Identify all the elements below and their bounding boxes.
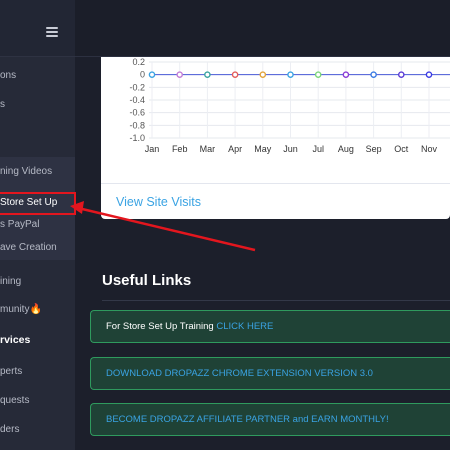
top-bar [75, 0, 450, 57]
x-tick-label: Nov [421, 144, 438, 154]
hamburger-menu-icon[interactable] [46, 27, 58, 37]
x-tick-label: Jul [312, 144, 324, 154]
sidebar-item-orders[interactable]: ders [0, 420, 75, 440]
x-tick-label: Oct [394, 144, 409, 154]
x-tick-label: Mar [200, 144, 216, 154]
x-tick-label: May [254, 144, 272, 154]
data-point[interactable] [231, 71, 239, 78]
data-point[interactable] [148, 71, 156, 78]
card-footer: View Site Visits [101, 183, 450, 219]
y-tick-label: 0 [140, 70, 145, 80]
sidebar-item-label: ons [0, 70, 17, 81]
sidebar-item-2[interactable]: s [0, 95, 75, 115]
highlight-box [0, 192, 76, 215]
y-tick-label: -0.6 [129, 108, 145, 118]
sidebar-item-label: ders [0, 424, 20, 435]
sidebar-item-paypal[interactable]: s PayPal [0, 215, 75, 235]
data-point[interactable] [176, 71, 183, 78]
x-tick-label: Jan [145, 144, 160, 154]
divider [102, 300, 450, 301]
x-tick-label: Aug [338, 144, 354, 154]
sidebar-item-label: ave Creation [0, 242, 57, 253]
link-text: For Store Set Up Training [106, 321, 217, 332]
affiliate-partner-link[interactable]: BECOME DROPAZZ AFFILIATE PARTNER and EAR… [106, 414, 389, 425]
data-point[interactable] [342, 71, 350, 78]
sidebar-header [0, 0, 75, 57]
sidebar-item-creation[interactable]: ave Creation [0, 238, 75, 258]
sidebar-item-label: quests [0, 395, 30, 406]
download-extension-link[interactable]: DOWNLOAD DROPAZZ CHROME EXTENSION VERSIO… [106, 368, 373, 379]
sidebar-item-experts[interactable]: perts [0, 362, 75, 382]
sidebar: ons s ning Videos Store Set Up s PayPal … [0, 0, 75, 450]
sidebar-item-label: ning Videos [0, 166, 53, 177]
store-setup-training-link-box[interactable]: For Store Set Up Training CLICK HERE [90, 310, 450, 343]
data-point[interactable] [425, 71, 433, 78]
x-tick-label: Feb [172, 144, 188, 154]
sidebar-section-services: rvices [0, 330, 75, 350]
y-tick-label: -0.8 [129, 120, 145, 130]
y-tick-label: 0.2 [132, 57, 145, 67]
useful-links-title: Useful Links [102, 272, 192, 289]
x-tick-label: Jun [283, 144, 298, 154]
x-tick-label: Sep [366, 144, 382, 154]
sidebar-item-1[interactable]: ons [0, 66, 75, 86]
y-tick-label: -0.4 [129, 95, 145, 105]
affiliate-link-box[interactable]: BECOME DROPAZZ AFFILIATE PARTNER and EAR… [90, 403, 450, 436]
sidebar-item-label: munity🔥 [0, 304, 42, 315]
data-point[interactable] [314, 71, 322, 78]
data-point[interactable] [397, 71, 405, 78]
sidebar-item-requests[interactable]: quests [0, 391, 75, 411]
site-visits-card: 0.2 0 -0.2 -0.4 -0.6 -0.8 -1.0 Jan Feb Mar Apr May J… [101, 57, 450, 219]
x-tick-label: Apr [228, 144, 242, 154]
data-point[interactable] [287, 71, 294, 78]
click-here-link[interactable]: CLICK HERE [216, 321, 273, 332]
sidebar-item-training[interactable]: ining [0, 272, 75, 292]
y-tick-label: -1.0 [129, 133, 145, 143]
sidebar-item-label: s PayPal [0, 219, 40, 230]
sidebar-item-label: s [0, 99, 5, 110]
y-tick-label: -0.2 [129, 82, 145, 92]
chrome-extension-link-box[interactable]: DOWNLOAD DROPAZZ CHROME EXTENSION VERSIO… [90, 357, 450, 390]
data-point[interactable] [259, 71, 267, 78]
sidebar-item-label: perts [0, 366, 23, 377]
site-visits-chart: 0.2 0 -0.2 -0.4 -0.6 -0.8 -1.0Jan Feb Mar Apr May J… [129, 57, 450, 154]
sidebar-item-community[interactable]: munity🔥 [0, 300, 75, 320]
data-point[interactable] [204, 71, 211, 78]
view-site-visits-link[interactable]: View Site Visits [116, 195, 201, 209]
sidebar-item-label: rvices [0, 334, 31, 346]
data-point[interactable] [370, 71, 377, 78]
sidebar-item-training-videos[interactable]: ning Videos [0, 162, 75, 182]
sidebar-item-label: ining [0, 276, 22, 287]
